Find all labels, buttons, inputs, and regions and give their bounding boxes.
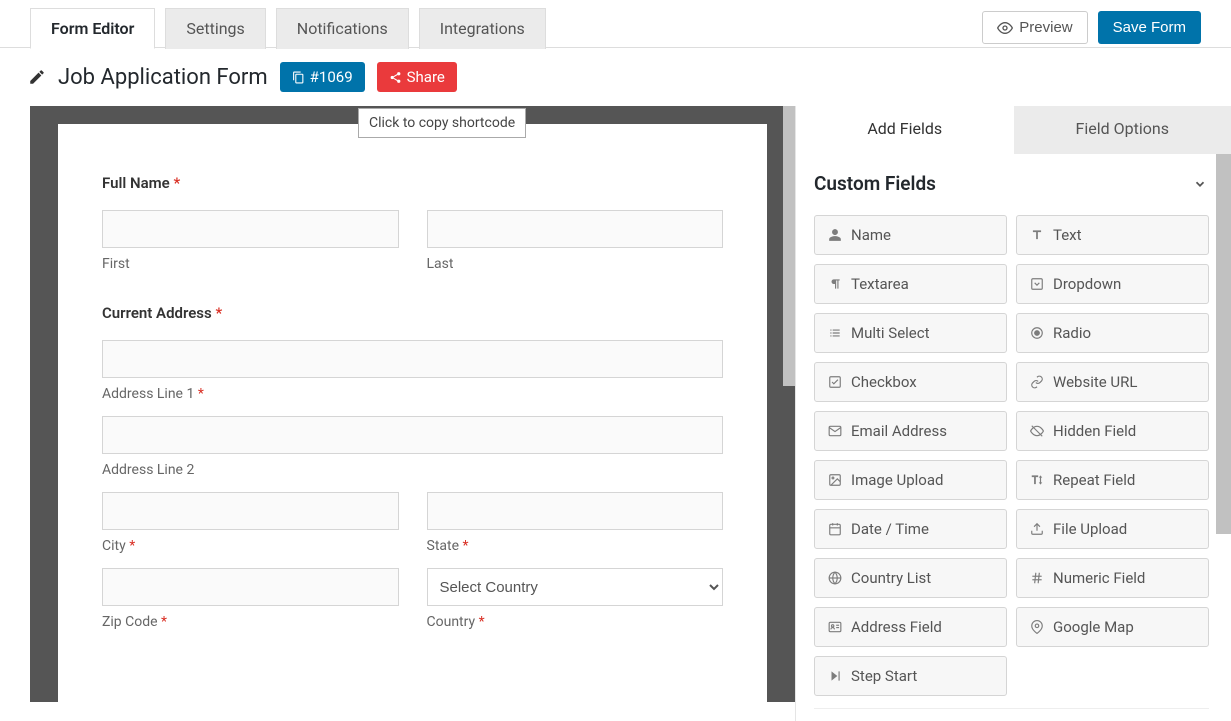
field-dropdown[interactable]: Dropdown: [1016, 264, 1209, 304]
field-file[interactable]: File Upload: [1016, 509, 1209, 549]
title-row: Job Application Form #1069 Share Click t…: [0, 48, 1231, 106]
main-tabs: Form Editor Settings Notifications Integ…: [30, 7, 546, 48]
field-url[interactable]: Website URL: [1016, 362, 1209, 402]
field-repeat[interactable]: Repeat Field: [1016, 460, 1209, 500]
field-image[interactable]: Image Upload: [814, 460, 1007, 500]
state-sublabel: State *: [427, 538, 724, 554]
full-name-label: Full Name *: [102, 174, 723, 192]
field-hidden[interactable]: Hidden Field: [1016, 411, 1209, 451]
first-name-sublabel: First: [102, 256, 399, 272]
field-full-name[interactable]: Full Name * First Last: [102, 174, 723, 272]
field-map[interactable]: Google Map: [1016, 607, 1209, 647]
right-sidebar: Add Fields Field Options Custom Fields N…: [795, 106, 1231, 721]
envelope-icon: [827, 423, 843, 439]
field-radio[interactable]: Radio: [1016, 313, 1209, 353]
text-height-icon: [1029, 472, 1045, 488]
field-address[interactable]: Address Field: [814, 607, 1007, 647]
map-pin-icon: [1029, 619, 1045, 635]
step-forward-icon: [827, 668, 843, 684]
text-icon: [1029, 227, 1045, 243]
field-email[interactable]: Email Address: [814, 411, 1007, 451]
sidebar-tabs: Add Fields Field Options: [796, 106, 1231, 154]
tab-field-options[interactable]: Field Options: [1014, 106, 1231, 154]
page-title: Job Application Form: [58, 65, 268, 90]
field-country[interactable]: Country List: [814, 558, 1007, 598]
hash-icon: [1029, 570, 1045, 586]
state-input[interactable]: [427, 492, 724, 530]
check-square-icon: [827, 374, 843, 390]
sidebar-scrollbar[interactable]: [1216, 154, 1231, 534]
share-icon: [389, 71, 402, 84]
field-text[interactable]: Text: [1016, 215, 1209, 255]
canvas-outer: Full Name * First Last Current Address: [30, 106, 795, 702]
shortcode-id: #1069: [310, 68, 353, 86]
custom-fields-header[interactable]: Custom Fields: [814, 172, 1209, 201]
zip-input[interactable]: [102, 568, 399, 606]
shortcode-badge[interactable]: #1069: [280, 62, 365, 92]
tab-integrations[interactable]: Integrations: [419, 8, 546, 49]
country-select[interactable]: Select Country: [427, 568, 724, 606]
custom-fields-grid: Name Text Textarea Dropdown Multi Select…: [814, 201, 1209, 696]
shortcode-tooltip: Click to copy shortcode: [358, 108, 526, 138]
top-actions: Preview Save Form: [982, 11, 1201, 44]
main-area: Full Name * First Last Current Address: [0, 106, 1231, 721]
preview-button[interactable]: Preview: [982, 11, 1087, 44]
globe-icon: [827, 570, 843, 586]
sidebar-body: Custom Fields Name Text Textarea Dropdow…: [796, 154, 1231, 721]
caret-square-icon: [1029, 276, 1045, 292]
field-current-address[interactable]: Current Address * Address Line 1 * Addre…: [102, 304, 723, 630]
city-sublabel: City *: [102, 538, 399, 554]
last-name-input[interactable]: [427, 210, 724, 248]
copy-icon: [292, 71, 305, 84]
share-label: Share: [407, 68, 445, 86]
field-numeric[interactable]: Numeric Field: [1016, 558, 1209, 598]
link-icon: [1029, 374, 1045, 390]
tab-form-editor[interactable]: Form Editor: [30, 8, 155, 49]
eye-slash-icon: [1029, 423, 1045, 439]
top-tab-bar: Form Editor Settings Notifications Integ…: [0, 0, 1231, 48]
edit-title-icon[interactable]: [28, 68, 46, 86]
address-line2-input[interactable]: [102, 416, 723, 454]
tab-settings[interactable]: Settings: [165, 8, 265, 49]
field-datetime[interactable]: Date / Time: [814, 509, 1007, 549]
form-canvas[interactable]: Full Name * First Last Current Address: [58, 124, 767, 702]
chevron-down-icon: [1193, 177, 1207, 191]
section-custom-fields: Custom Fields Name Text Textarea Dropdow…: [814, 154, 1209, 709]
save-form-button[interactable]: Save Form: [1098, 11, 1201, 44]
canvas-wrapper: Full Name * First Last Current Address: [0, 106, 795, 721]
address-line2-sublabel: Address Line 2: [102, 462, 723, 478]
address-card-icon: [827, 619, 843, 635]
address-label: Current Address *: [102, 304, 723, 322]
image-icon: [827, 472, 843, 488]
radio-icon: [1029, 325, 1045, 341]
field-step[interactable]: Step Start: [814, 656, 1007, 696]
field-checkbox[interactable]: Checkbox: [814, 362, 1007, 402]
user-icon: [827, 227, 843, 243]
field-textarea[interactable]: Textarea: [814, 264, 1007, 304]
address-line1-input[interactable]: [102, 340, 723, 378]
calendar-icon: [827, 521, 843, 537]
tab-notifications[interactable]: Notifications: [276, 8, 409, 49]
city-input[interactable]: [102, 492, 399, 530]
tab-add-fields[interactable]: Add Fields: [796, 106, 1014, 154]
last-name-sublabel: Last: [427, 256, 724, 272]
field-multiselect[interactable]: Multi Select: [814, 313, 1007, 353]
field-name[interactable]: Name: [814, 215, 1007, 255]
eye-icon: [997, 20, 1013, 36]
upload-icon: [1029, 521, 1045, 537]
country-sublabel: Country *: [427, 614, 724, 630]
paragraph-icon: [827, 276, 843, 292]
share-button[interactable]: Share: [377, 62, 457, 92]
address-line1-sublabel: Address Line 1 *: [102, 386, 723, 402]
list-icon: [827, 325, 843, 341]
canvas-scrollbar[interactable]: [783, 106, 795, 702]
zip-sublabel: Zip Code *: [102, 614, 399, 630]
first-name-input[interactable]: [102, 210, 399, 248]
preview-label: Preview: [1019, 19, 1072, 36]
